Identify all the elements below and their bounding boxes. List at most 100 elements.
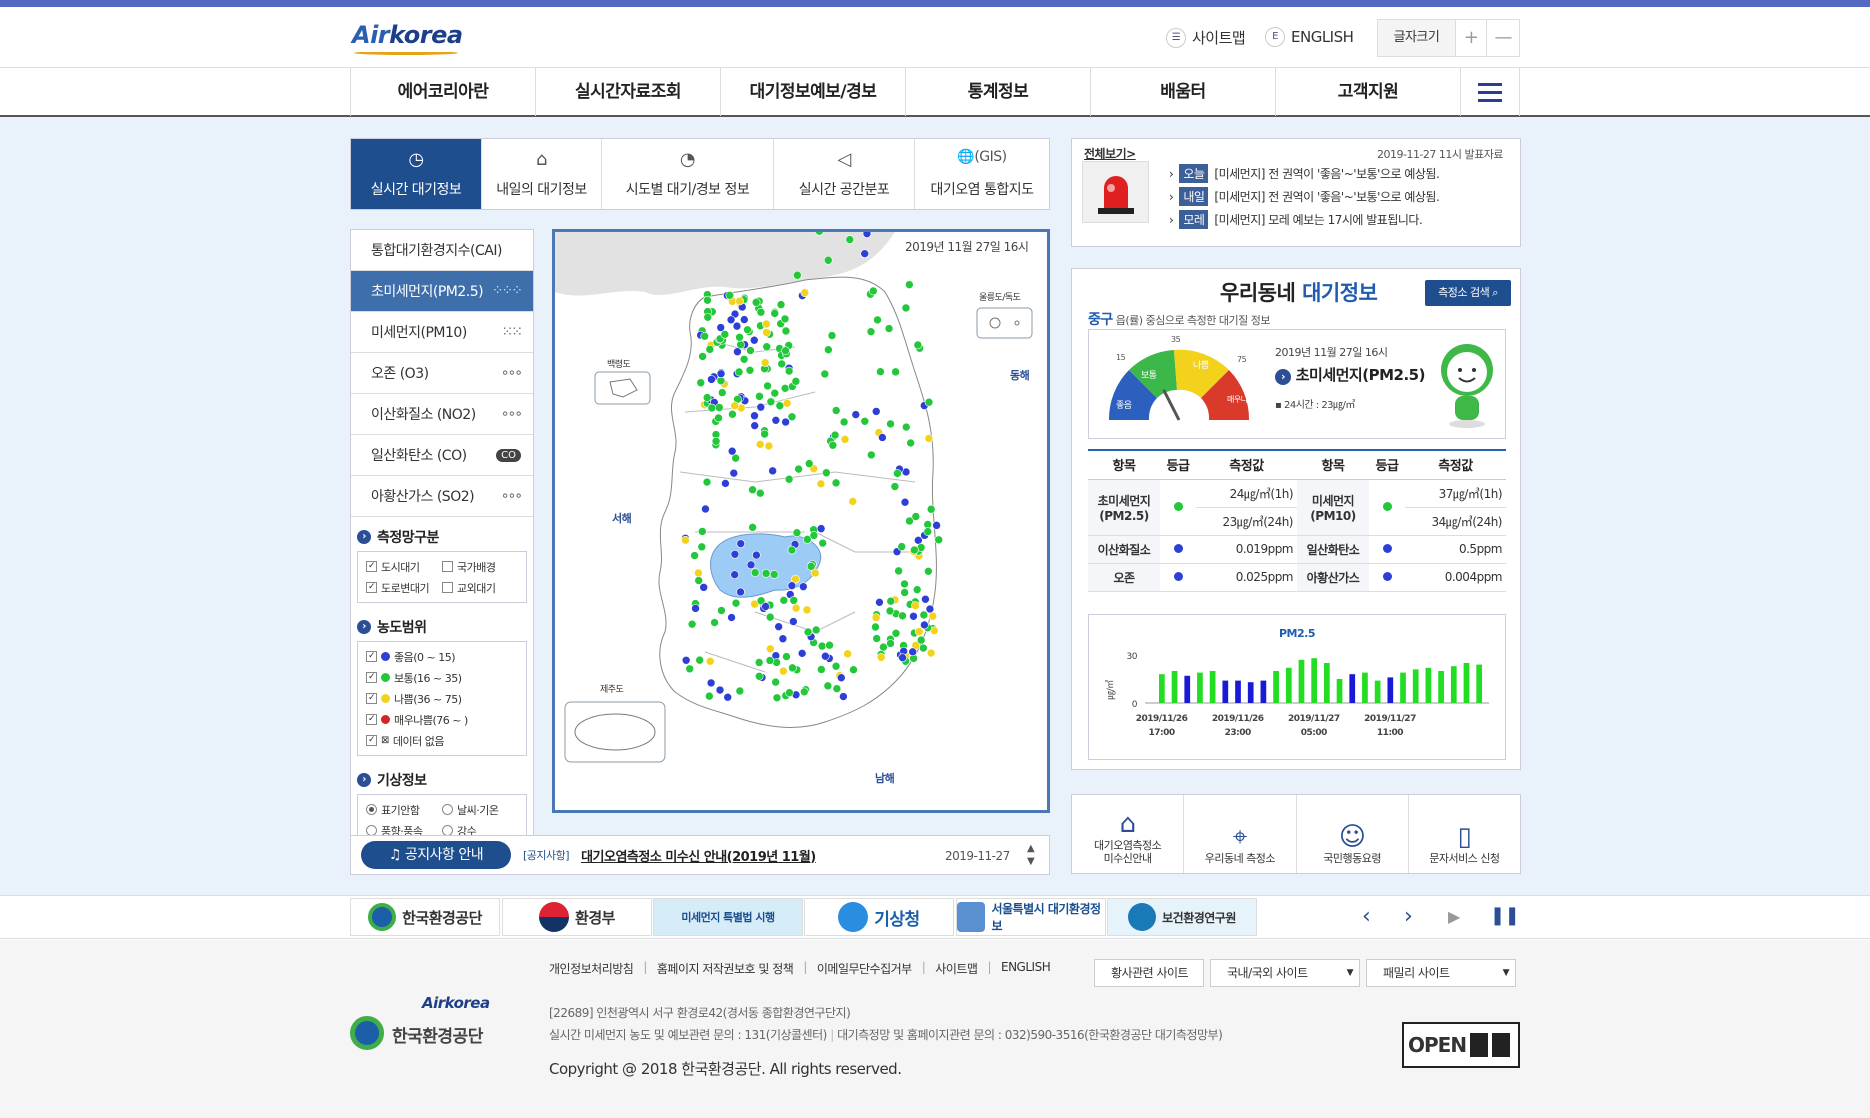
station-marker[interactable] bbox=[921, 594, 930, 604]
station-marker[interactable] bbox=[736, 587, 745, 597]
station-marker[interactable] bbox=[751, 298, 761, 307]
station-marker[interactable] bbox=[860, 249, 870, 258]
station-marker[interactable] bbox=[920, 620, 929, 630]
sidebar-item-o3[interactable]: 오존 (O3) ∘∘∘ bbox=[351, 353, 533, 394]
gnb-item-statistics[interactable]: 통계정보 bbox=[905, 68, 1090, 116]
network-background-checkbox[interactable]: 국가배경 bbox=[442, 556, 518, 577]
gnb-item-forecast[interactable]: 대기정보예보/경보 bbox=[720, 68, 905, 116]
station-marker[interactable] bbox=[906, 438, 915, 448]
range-moderate-checkbox[interactable]: ✓ 보통(16 ~ 35) bbox=[366, 667, 518, 688]
station-marker[interactable] bbox=[697, 542, 707, 552]
station-marker[interactable] bbox=[908, 647, 918, 657]
station-marker[interactable] bbox=[781, 346, 790, 356]
station-marker[interactable] bbox=[897, 542, 907, 551]
station-marker[interactable] bbox=[910, 545, 919, 555]
station-marker[interactable] bbox=[711, 436, 721, 446]
notice-button[interactable]: ♫ 공지사항 안내 bbox=[361, 841, 511, 869]
pm25-bar[interactable] bbox=[1336, 679, 1343, 703]
station-marker[interactable] bbox=[871, 622, 880, 632]
station-marker[interactable] bbox=[727, 446, 737, 456]
pm25-bar[interactable] bbox=[1374, 680, 1381, 703]
station-marker[interactable] bbox=[831, 406, 841, 415]
station-marker[interactable] bbox=[900, 497, 910, 507]
sitemap-link[interactable]: ☰ 사이트맵 bbox=[1166, 27, 1246, 48]
station-marker[interactable] bbox=[885, 606, 895, 616]
pm25-bar[interactable] bbox=[1222, 680, 1229, 703]
pm25-bar[interactable] bbox=[1349, 674, 1356, 703]
station-marker[interactable] bbox=[735, 296, 744, 306]
station-marker[interactable] bbox=[723, 692, 733, 702]
station-marker[interactable] bbox=[685, 664, 695, 674]
sidebar-item-no2[interactable]: 이산화질소 (NO2) ∘∘∘ bbox=[351, 394, 533, 435]
font-decrease-button[interactable]: — bbox=[1487, 20, 1519, 56]
station-marker[interactable] bbox=[873, 315, 882, 325]
station-marker[interactable] bbox=[765, 656, 775, 665]
station-marker[interactable] bbox=[771, 677, 780, 687]
station-marker[interactable] bbox=[728, 409, 737, 419]
station-marker[interactable] bbox=[755, 488, 765, 498]
station-marker[interactable] bbox=[702, 393, 712, 402]
station-marker[interactable] bbox=[687, 619, 697, 629]
quicklink-guidelines[interactable]: ☺ 국민행동요령 bbox=[1297, 795, 1409, 873]
station-marker[interactable] bbox=[893, 469, 902, 478]
gnb-item-learning[interactable]: 배움터 bbox=[1090, 68, 1275, 116]
pm25-bar[interactable] bbox=[1235, 680, 1241, 703]
sidebar-item-pm10[interactable]: 미세먼지(PM10) ⁙⁙ bbox=[351, 312, 533, 353]
station-marker[interactable] bbox=[781, 417, 790, 427]
station-marker[interactable] bbox=[891, 367, 900, 377]
station-marker[interactable] bbox=[803, 627, 813, 637]
pm25-bar[interactable] bbox=[1197, 672, 1203, 703]
station-marker[interactable] bbox=[932, 521, 941, 530]
station-marker[interactable] bbox=[832, 684, 842, 693]
station-marker[interactable] bbox=[762, 342, 772, 352]
station-marker[interactable] bbox=[750, 411, 759, 421]
station-marker[interactable] bbox=[810, 568, 820, 578]
station-marker[interactable] bbox=[702, 477, 712, 487]
station-marker[interactable] bbox=[787, 545, 797, 555]
station-marker[interactable] bbox=[784, 474, 794, 484]
station-marker[interactable] bbox=[750, 421, 760, 430]
station-marker[interactable] bbox=[754, 658, 764, 667]
station-marker[interactable] bbox=[735, 332, 744, 342]
range-nodata-checkbox[interactable]: ✓ ⊠ 데이터 없음 bbox=[366, 730, 518, 751]
pm25-bar[interactable] bbox=[1285, 667, 1292, 703]
station-marker[interactable] bbox=[872, 634, 881, 643]
station-marker[interactable] bbox=[780, 314, 790, 324]
station-marker[interactable] bbox=[898, 653, 907, 662]
station-marker[interactable] bbox=[817, 641, 827, 651]
station-marker[interactable] bbox=[769, 570, 779, 579]
station-marker[interactable] bbox=[821, 651, 830, 661]
station-marker[interactable] bbox=[746, 560, 756, 570]
station-marker[interactable] bbox=[776, 300, 786, 309]
pm25-bar[interactable] bbox=[1362, 672, 1368, 703]
quicklink-unreceived[interactable]: ⌂ 대기오염측정소 미수신안내 bbox=[1072, 795, 1185, 873]
tab-tomorrow[interactable]: ⌂ 내일의 대기정보 bbox=[482, 139, 602, 209]
station-marker[interactable] bbox=[736, 539, 746, 548]
sidebar-item-co[interactable]: 일산화탄소 (CO) CO bbox=[351, 435, 533, 476]
notice-scroll-arrows[interactable]: ▲ ▼ bbox=[1027, 842, 1035, 868]
station-marker[interactable] bbox=[735, 686, 745, 696]
station-marker[interactable] bbox=[809, 531, 819, 540]
station-marker[interactable] bbox=[823, 681, 833, 691]
station-marker[interactable] bbox=[703, 295, 712, 305]
station-marker[interactable] bbox=[695, 655, 704, 665]
station-marker[interactable] bbox=[828, 440, 838, 450]
station-marker[interactable] bbox=[868, 286, 878, 296]
pm25-bar[interactable] bbox=[1260, 680, 1267, 703]
network-urban-checkbox[interactable]: ✓ 도시대기 bbox=[366, 556, 442, 577]
station-marker[interactable] bbox=[766, 644, 775, 654]
station-marker[interactable] bbox=[818, 538, 828, 548]
station-marker[interactable] bbox=[799, 582, 808, 591]
copyright-policy-link[interactable]: 홈페이지 저작권보호 및 정책 bbox=[657, 960, 794, 977]
station-marker[interactable] bbox=[703, 312, 713, 322]
station-marker[interactable] bbox=[749, 335, 759, 345]
station-marker[interactable] bbox=[836, 673, 846, 683]
station-marker[interactable] bbox=[804, 459, 814, 468]
station-marker[interactable] bbox=[831, 661, 841, 671]
station-marker[interactable] bbox=[800, 288, 810, 297]
pm25-bar[interactable] bbox=[1463, 663, 1470, 703]
station-marker[interactable] bbox=[824, 345, 833, 355]
station-marker[interactable] bbox=[756, 307, 766, 317]
station-marker[interactable] bbox=[817, 665, 826, 674]
station-marker[interactable] bbox=[919, 610, 929, 620]
